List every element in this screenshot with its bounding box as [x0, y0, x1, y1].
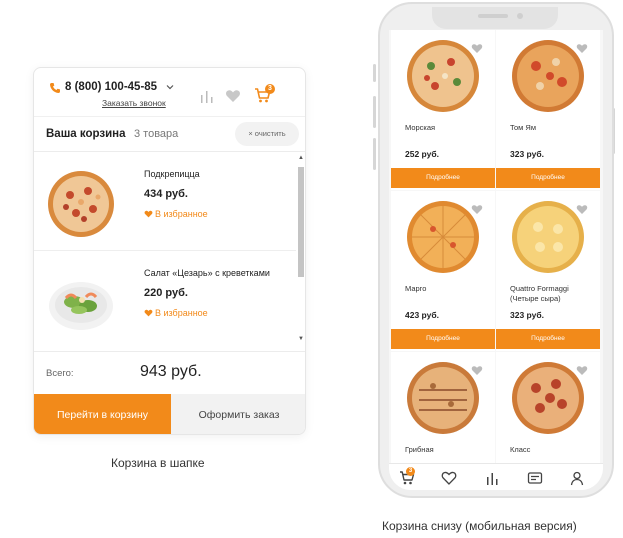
- heart-icon[interactable]: [576, 365, 588, 376]
- compare-stats-icon[interactable]: [199, 89, 215, 103]
- clear-cart-button[interactable]: × очистить: [235, 122, 299, 146]
- total-value: 943 руб.: [140, 363, 202, 380]
- pizza-image: [407, 362, 479, 434]
- details-button[interactable]: Подробнее: [391, 329, 495, 349]
- pizza-image: [48, 171, 114, 237]
- item-name[interactable]: Салат «Цезарь» с креветками: [144, 268, 270, 278]
- callback-link[interactable]: Заказать звонок: [102, 98, 166, 108]
- phone-camera: [517, 13, 523, 19]
- add-to-favorites-link[interactable]: В избранное: [144, 209, 208, 219]
- total-label: Всего:: [46, 368, 74, 379]
- phone-side-button: [373, 64, 376, 82]
- cart-count-badge: 3: [265, 84, 275, 94]
- phone-notch: [432, 7, 558, 29]
- pizza-image: [407, 201, 479, 273]
- details-button[interactable]: Подробнее: [391, 168, 495, 188]
- salad-image: [49, 282, 113, 330]
- cart-item-list[interactable]: Подкрепицца 434 руб. В избранное Салат «…: [34, 153, 305, 349]
- favorite-label: В избранное: [155, 308, 208, 318]
- scroll-thumb[interactable]: [298, 167, 304, 277]
- phone-side-button: [373, 96, 376, 128]
- phone-side-button: [373, 138, 376, 170]
- cart-count-badge: 3: [406, 467, 415, 476]
- heart-icon[interactable]: [471, 365, 483, 376]
- scroll-up-arrow-icon[interactable]: ▲: [298, 155, 304, 161]
- product-card[interactable]: Том Ям 323 руб. Подробнее: [496, 30, 600, 190]
- cart-title: Ваша корзина: [46, 128, 126, 140]
- scrollbar[interactable]: ▲ ▼: [297, 155, 305, 347]
- heart-icon[interactable]: [471, 204, 483, 215]
- heart-icon: [144, 210, 153, 218]
- item-price: 434 руб.: [144, 188, 188, 200]
- user-icon[interactable]: [569, 470, 585, 486]
- product-card[interactable]: Марго 423 руб. Подробнее: [391, 191, 495, 351]
- details-button[interactable]: Подробнее: [496, 168, 600, 188]
- cart-item-count: 3 товара: [134, 128, 179, 140]
- checkout-button[interactable]: Оформить заказ: [171, 394, 305, 434]
- pizza-image: [407, 40, 479, 112]
- cart-action-buttons: Перейти в корзину Оформить заказ: [34, 394, 305, 434]
- phone-icon: [50, 83, 60, 93]
- product-price: 323 руб.: [510, 310, 544, 320]
- product-price: 323 руб.: [510, 149, 544, 159]
- stats-icon[interactable]: [484, 470, 500, 486]
- phone-number[interactable]: 8 (800) 100-45-85: [65, 81, 157, 93]
- caption-mobile-cart: Корзина снизу (мобильная версия): [382, 519, 577, 533]
- heart-icon[interactable]: [471, 43, 483, 54]
- item-price: 220 руб.: [144, 287, 188, 299]
- site-header: 8 (800) 100-45-85 Заказать звонок 3: [34, 68, 305, 112]
- go-to-cart-button[interactable]: Перейти в корзину: [34, 394, 171, 434]
- details-button[interactable]: Подробнее: [496, 329, 600, 349]
- product-card[interactable]: Quattro Formaggi (Четыре сыра) 323 руб. …: [496, 191, 600, 351]
- product-name: Марго: [405, 284, 427, 293]
- favorite-label: В избранное: [155, 209, 208, 219]
- product-name: Грибная: [405, 445, 434, 454]
- pizza-image: [512, 40, 584, 112]
- mobile-screen: Морская 252 руб. Подробнее Том Ям 323 ру…: [389, 30, 603, 490]
- product-name: Quattro Formaggi (Четыре сыра): [510, 284, 569, 303]
- add-to-favorites-link[interactable]: В избранное: [144, 308, 208, 318]
- cart-title-bar: Ваша корзина 3 товара × очистить: [34, 116, 305, 152]
- heart-icon[interactable]: [441, 470, 457, 486]
- heart-icon[interactable]: [576, 204, 588, 215]
- pizza-image: [512, 201, 584, 273]
- pizza-image: [512, 362, 584, 434]
- item-name[interactable]: Подкрепицца: [144, 169, 200, 179]
- bottom-tab-bar: 3: [389, 463, 603, 490]
- heart-icon: [144, 309, 153, 317]
- cart-total-row: Всего: 943 руб.: [34, 351, 305, 393]
- menu-icon[interactable]: [527, 470, 543, 486]
- product-name: Морская: [405, 123, 436, 132]
- heart-icon[interactable]: [576, 43, 588, 54]
- product-name: Класс: [510, 445, 531, 454]
- scroll-down-arrow-icon[interactable]: ▼: [298, 336, 304, 342]
- product-price: 252 руб.: [405, 149, 439, 159]
- product-card[interactable]: Морская 252 руб. Подробнее: [391, 30, 495, 190]
- heart-icon[interactable]: [225, 89, 241, 103]
- chevron-down-icon[interactable]: [165, 82, 175, 92]
- caption-header-cart: Корзина в шапке: [111, 456, 205, 470]
- product-name: Том Ям: [510, 123, 536, 132]
- list-item: Подкрепицца 434 руб. В избранное: [34, 153, 296, 251]
- list-item: Салат «Цезарь» с креветками 220 руб. В и…: [34, 252, 296, 349]
- header-cart-widget: 8 (800) 100-45-85 Заказать звонок 3 Ваша…: [33, 67, 306, 435]
- phone-speaker: [478, 14, 508, 18]
- product-price: 423 руб.: [405, 310, 439, 320]
